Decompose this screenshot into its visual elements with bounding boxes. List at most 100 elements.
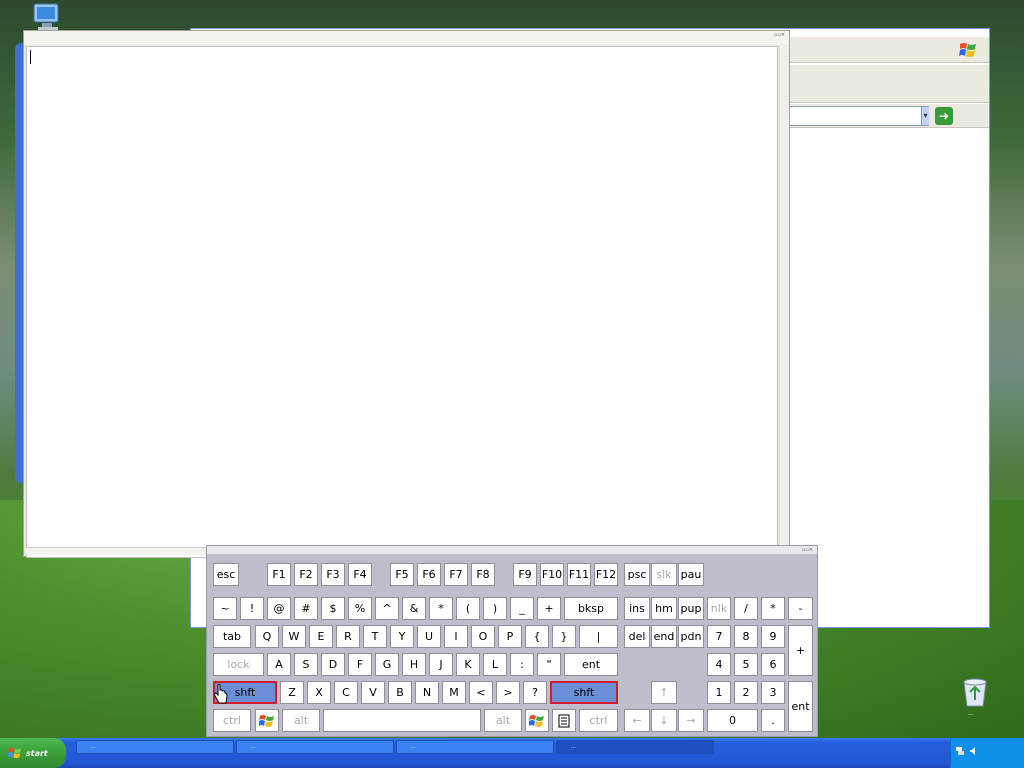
key-pause[interactable]: pau xyxy=(678,563,704,586)
key-e[interactable]: E xyxy=(309,625,333,648)
key-f11[interactable]: F11 xyxy=(567,563,591,586)
key-num-1[interactable]: 1 xyxy=(707,681,731,704)
volume-icon[interactable] xyxy=(969,746,979,756)
key-less-than[interactable]: < xyxy=(469,681,493,704)
key-i[interactable]: I xyxy=(444,625,468,648)
key-colon[interactable]: : xyxy=(510,653,534,676)
key-arrow-right[interactable]: → xyxy=(678,709,704,732)
key-z[interactable]: Z xyxy=(280,681,304,704)
key-a[interactable]: A xyxy=(267,653,291,676)
key-asterisk[interactable]: * xyxy=(429,597,453,620)
key-ampersand[interactable]: & xyxy=(402,597,426,620)
key-right-windows[interactable] xyxy=(525,709,549,732)
taskbar-button-3[interactable]: ... xyxy=(396,740,554,754)
key-num-3[interactable]: 3 xyxy=(761,681,785,704)
key-question[interactable]: ? xyxy=(523,681,547,704)
key-num-6[interactable]: 6 xyxy=(761,653,785,676)
recycle-bin-icon[interactable] xyxy=(958,674,992,710)
key-u[interactable]: U xyxy=(417,625,441,648)
key-num-4[interactable]: 4 xyxy=(707,653,731,676)
key-num-asterisk[interactable]: * xyxy=(761,597,785,620)
key-right-shift[interactable]: shft xyxy=(550,681,618,704)
key-n[interactable]: N xyxy=(415,681,439,704)
key-c[interactable]: C xyxy=(334,681,358,704)
taskbar-button-2[interactable]: ... xyxy=(236,740,394,754)
key-print-screen[interactable]: psc xyxy=(624,563,650,586)
key-b[interactable]: B xyxy=(388,681,412,704)
key-f[interactable]: F xyxy=(348,653,372,676)
key-num-enter[interactable]: ent xyxy=(788,681,813,732)
key-f4[interactable]: F4 xyxy=(348,563,372,586)
key-menu[interactable] xyxy=(552,709,576,732)
key-insert[interactable]: ins xyxy=(624,597,650,620)
key-f1[interactable]: F1 xyxy=(267,563,291,586)
key-num-2[interactable]: 2 xyxy=(734,681,758,704)
key-arrow-left[interactable]: ← xyxy=(624,709,650,732)
key-f12[interactable]: F12 xyxy=(594,563,618,586)
key-j[interactable]: J xyxy=(429,653,453,676)
key-d[interactable]: D xyxy=(321,653,345,676)
start-button[interactable]: start xyxy=(0,738,66,768)
address-dropdown-icon[interactable]: ▾ xyxy=(921,107,929,125)
key-hash[interactable]: # xyxy=(294,597,318,620)
key-num-5[interactable]: 5 xyxy=(734,653,758,676)
key-caps-lock[interactable]: lock xyxy=(213,653,264,676)
key-left-windows[interactable] xyxy=(255,709,279,732)
key-right-brace[interactable]: } xyxy=(552,625,576,648)
go-arrow-icon[interactable]: ➜ xyxy=(935,107,953,125)
key-arrow-down[interactable]: ↓ xyxy=(651,709,677,732)
network-icon[interactable] xyxy=(955,746,965,756)
key-o[interactable]: O xyxy=(471,625,495,648)
key-dollar[interactable]: $ xyxy=(321,597,345,620)
key-greater-than[interactable]: > xyxy=(496,681,520,704)
key-percent[interactable]: % xyxy=(348,597,372,620)
osk-window-controls[interactable]: ▫▫✕ xyxy=(802,546,813,554)
key-num-7[interactable]: 7 xyxy=(707,625,731,648)
key-page-up[interactable]: pup xyxy=(678,597,704,620)
notepad-text-area[interactable] xyxy=(26,46,778,558)
key-num-8[interactable]: 8 xyxy=(734,625,758,648)
key-p[interactable]: P xyxy=(498,625,522,648)
key-tab[interactable]: tab xyxy=(213,625,251,648)
key-esc[interactable]: esc xyxy=(213,563,239,586)
key-backspace[interactable]: bksp xyxy=(564,597,618,620)
key-exclaim[interactable]: ! xyxy=(240,597,264,620)
key-r[interactable]: R xyxy=(336,625,360,648)
taskbar-button-1[interactable]: ... xyxy=(76,740,234,754)
address-input[interactable] xyxy=(789,106,929,126)
key-left-brace[interactable]: { xyxy=(525,625,549,648)
key-s[interactable]: S xyxy=(294,653,318,676)
key-num-plus[interactable]: + xyxy=(788,625,813,676)
key-left-paren[interactable]: ( xyxy=(456,597,480,620)
key-underscore[interactable]: _ xyxy=(510,597,534,620)
taskbar-button-4[interactable]: ... xyxy=(556,740,714,754)
key-scroll-lock[interactable]: slk xyxy=(651,563,677,586)
key-left-alt[interactable]: alt xyxy=(282,709,320,732)
key-left-ctrl[interactable]: ctrl xyxy=(213,709,251,732)
key-num-decimal[interactable]: . xyxy=(761,709,785,732)
key-m[interactable]: M xyxy=(442,681,466,704)
key-k[interactable]: K xyxy=(456,653,480,676)
key-t[interactable]: T xyxy=(363,625,387,648)
key-plus[interactable]: + xyxy=(537,597,561,620)
key-caret[interactable]: ^ xyxy=(375,597,399,620)
key-y[interactable]: Y xyxy=(390,625,414,648)
key-f9[interactable]: F9 xyxy=(513,563,537,586)
key-delete[interactable]: del xyxy=(624,625,650,648)
key-w[interactable]: W xyxy=(282,625,306,648)
key-num-slash[interactable]: / xyxy=(734,597,758,620)
key-tilde[interactable]: ~ xyxy=(213,597,237,620)
key-pipe[interactable]: | xyxy=(579,625,618,648)
key-end[interactable]: end xyxy=(651,625,677,648)
key-x[interactable]: X xyxy=(307,681,331,704)
notepad-menubar[interactable] xyxy=(24,39,789,45)
key-f10[interactable]: F10 xyxy=(540,563,564,586)
key-arrow-up[interactable]: ↑ xyxy=(651,681,677,704)
key-f6[interactable]: F6 xyxy=(417,563,441,586)
key-num-0[interactable]: 0 xyxy=(707,709,758,732)
key-l[interactable]: L xyxy=(483,653,507,676)
key-f7[interactable]: F7 xyxy=(444,563,468,586)
key-space[interactable] xyxy=(323,709,481,732)
key-num-9[interactable]: 9 xyxy=(761,625,785,648)
key-right-ctrl[interactable]: ctrl xyxy=(579,709,618,732)
